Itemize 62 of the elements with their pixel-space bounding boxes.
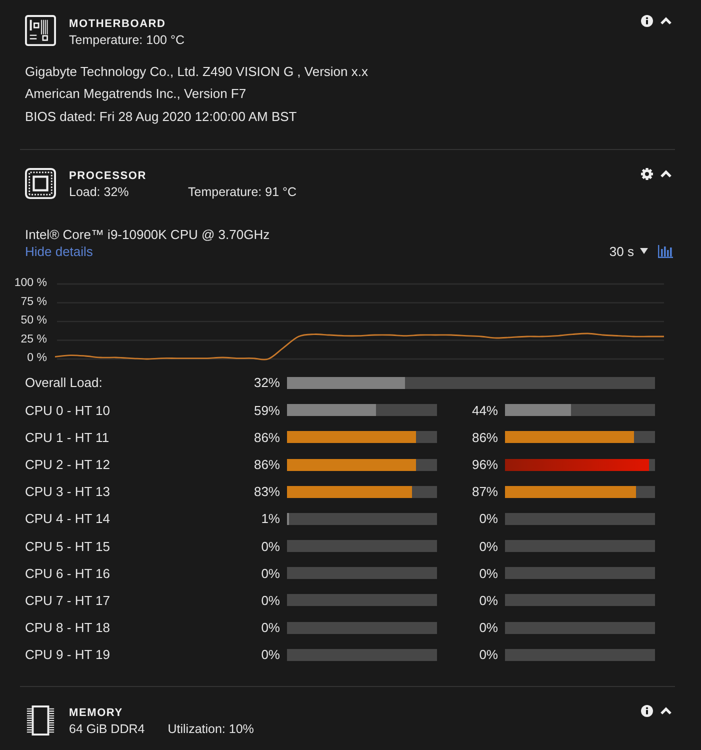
cpu-core-label: CPU 8 - HT 18: [25, 620, 112, 636]
load-percent: 0%: [260, 592, 281, 608]
collapse-chevron-icon[interactable]: [660, 170, 672, 178]
stat-text: 64 GiB DDR4: [69, 721, 145, 738]
caret-icon: [640, 248, 648, 254]
load-percent: 1%: [260, 511, 281, 526]
y-axis-label: 75 %: [20, 296, 47, 308]
section-title: PROCESSOR: [69, 169, 148, 184]
memory-module-icon: [25, 704, 56, 736]
stat-text: Load: 32%: [69, 184, 130, 201]
stat-text: Utilization: 10%: [168, 721, 254, 738]
load-percent: 32%: [252, 375, 281, 390]
hide-details-link[interactable]: Hide details: [25, 244, 93, 258]
y-axis-label: 0 %: [27, 352, 47, 364]
motherboard-icon: [25, 15, 56, 46]
cpu-core-label: CPU 1 - HT 11: [25, 430, 110, 445]
y-axis-label: 25 %: [20, 333, 47, 346]
load-percent: 0%: [478, 592, 499, 608]
cpu-core-label: CPU 5 - HT 15: [25, 538, 112, 554]
load-percent: 44%: [470, 402, 499, 418]
cpu-core-label: CPU 6 - HT 16: [25, 566, 112, 581]
bar-chart-icon[interactable]: [658, 244, 673, 258]
overall-load-label: Overall Load:: [25, 375, 104, 390]
cpu-core-label: CPU 9 - HT 19: [25, 647, 112, 662]
load-percent: 0%: [478, 620, 499, 636]
load-percent: 0%: [260, 620, 281, 636]
stat-text: Temperature: 100 °C: [69, 32, 184, 48]
detail-text: BIOS dated: Fri 28 Aug 2020 12:00:00 AM BST: [25, 108, 298, 126]
processor-icon: [25, 168, 56, 198]
section-title: MEMORY: [69, 706, 124, 722]
load-percent: 0%: [260, 647, 281, 662]
interval-dropdown[interactable]: 30 s: [609, 242, 648, 260]
info-icon[interactable]: [641, 15, 653, 27]
load-percent: 0%: [478, 566, 499, 581]
cpu-model-text: Intel® Core™ i9-10900K CPU @ 3.70GHz: [25, 226, 271, 242]
load-percent: 86%: [252, 430, 281, 445]
load-percent: 86%: [252, 457, 281, 472]
load-percent: 87%: [470, 484, 499, 500]
load-percent: 86%: [470, 430, 499, 445]
load-percent: 0%: [260, 566, 281, 581]
section-title: MOTHERBOARD: [69, 16, 167, 32]
y-axis-label: 50 %: [20, 314, 47, 327]
y-axis-label: 100 %: [14, 277, 47, 290]
info-icon[interactable]: [641, 704, 653, 717]
load-percent: 83%: [252, 484, 281, 500]
detail-text: Gigabyte Technology Co., Ltd. Z490 VISION G , Version x.x: [25, 62, 369, 81]
collapse-chevron-icon[interactable]: [660, 17, 672, 25]
cpu-core-label: CPU 7 - HT 17: [25, 592, 112, 608]
cpu-core-label: CPU 2 - HT 12: [25, 457, 112, 472]
load-percent: 59%: [252, 402, 281, 418]
cpu-core-label: CPU 0 - HT 10: [25, 402, 112, 418]
cpu-core-label: CPU 4 - HT 14: [25, 511, 112, 526]
collapse-chevron-icon[interactable]: [660, 706, 672, 715]
detail-text: American Megatrends Inc., Version F7: [25, 85, 248, 103]
load-percent: 0%: [478, 538, 499, 554]
stat-text: Temperature: 91 °C: [188, 184, 297, 201]
load-percent: 0%: [478, 511, 499, 526]
load-percent: 0%: [260, 538, 281, 554]
settings-icon[interactable]: [641, 168, 653, 180]
load-percent: 0%: [478, 647, 499, 662]
cpu-core-label: CPU 3 - HT 13: [25, 484, 112, 500]
load-percent: 96%: [470, 457, 499, 472]
